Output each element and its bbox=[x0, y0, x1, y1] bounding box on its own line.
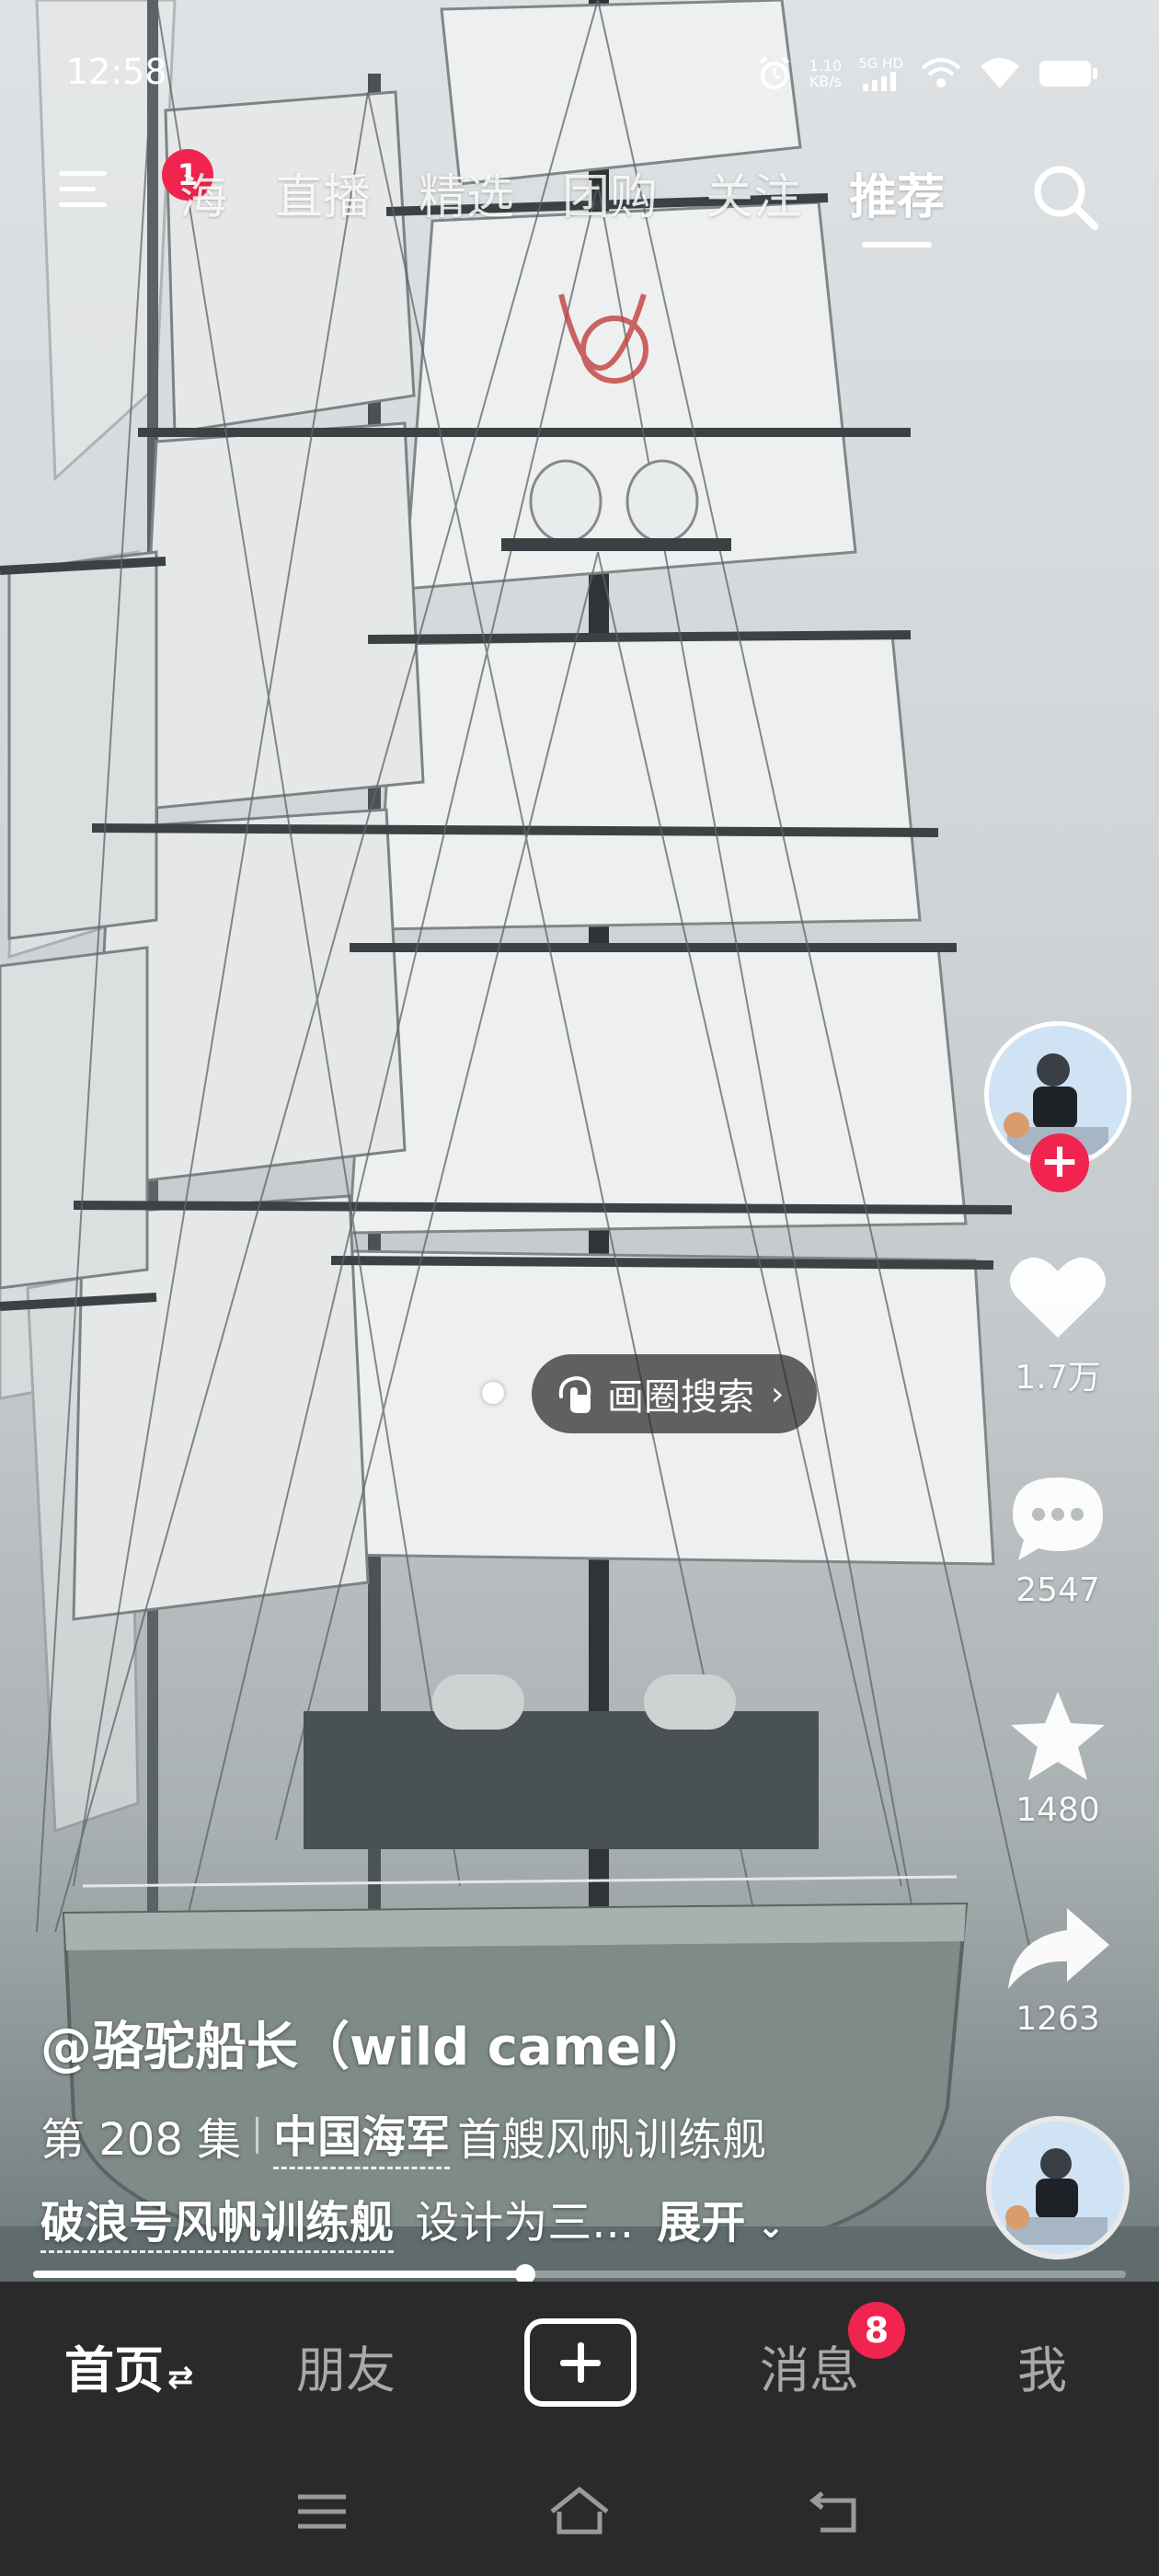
follow-button[interactable]: + bbox=[1030, 1133, 1089, 1192]
network-type: 5G HD bbox=[858, 55, 903, 72]
swap-icon: ⇄ bbox=[167, 2359, 194, 2396]
tab-live[interactable]: 直播 bbox=[275, 158, 371, 227]
search-anchor-dot bbox=[482, 1382, 504, 1404]
divider bbox=[256, 2116, 259, 2154]
speed-value: 1.10 bbox=[809, 57, 843, 75]
wifi-calling-icon bbox=[921, 58, 961, 87]
share-button[interactable]: 1263 bbox=[975, 1904, 1141, 2038]
chevron-right-icon: › bbox=[771, 1374, 785, 1413]
wifi-icon bbox=[981, 58, 1019, 88]
tab-featured[interactable]: 精选 bbox=[419, 158, 514, 227]
topic-tag-ship[interactable]: 破浪号风帆训练舰 bbox=[40, 2197, 395, 2253]
progress-fill bbox=[33, 2271, 525, 2278]
star-icon bbox=[1011, 1692, 1105, 1780]
home-icon[interactable] bbox=[543, 2484, 616, 2539]
nav-me[interactable]: 我 bbox=[1017, 2329, 1067, 2402]
feed-tabs: 海 直播 精选 团购 关注 推荐 bbox=[179, 158, 993, 247]
status-icons: 1.10 KB/s 5G HD bbox=[756, 55, 1098, 92]
nav-messages[interactable]: 消息 bbox=[760, 2329, 859, 2402]
create-button[interactable] bbox=[524, 2318, 637, 2407]
like-count: 1.7万 bbox=[1015, 1359, 1101, 1397]
battery-icon bbox=[1039, 61, 1097, 86]
network-speed: 1.10 KB/s bbox=[809, 58, 843, 89]
author-name[interactable]: @骆驼船长（wild camel） bbox=[40, 2006, 960, 2080]
caption-line-3: 破浪号风帆训练舰 设计为三... 展开 ⌄ bbox=[40, 2186, 960, 2253]
expand-button[interactable]: 展开 ⌄ bbox=[657, 2197, 785, 2248]
top-nav: 1 海 直播 精选 团购 关注 推荐 bbox=[0, 147, 1159, 248]
tab-following[interactable]: 关注 bbox=[706, 158, 801, 227]
back-icon[interactable] bbox=[800, 2484, 874, 2539]
nav-home[interactable]: 首页 ⇄ bbox=[64, 2329, 194, 2402]
speed-unit: KB/s bbox=[809, 73, 843, 90]
video-caption: @骆驼船长（wild camel） 第 208 集 中国海军 首艘风帆训练舰 破… bbox=[40, 2006, 960, 2253]
hand-circle-icon bbox=[558, 1375, 591, 1413]
share-arrow-icon bbox=[1008, 1908, 1109, 1989]
alarm-icon bbox=[759, 56, 789, 89]
menu-button[interactable]: 1 bbox=[53, 149, 213, 215]
tab-recommended[interactable]: 推荐 bbox=[849, 158, 945, 247]
system-nav bbox=[0, 2447, 1159, 2576]
heart-icon bbox=[1009, 1257, 1107, 1338]
tab-group-buy[interactable]: 团购 bbox=[562, 158, 658, 227]
circle-search-button[interactable]: 画圈搜索 › bbox=[532, 1354, 817, 1433]
favorite-count: 1480 bbox=[1016, 1791, 1100, 1829]
signal-bars-icon bbox=[862, 72, 896, 91]
status-bar: 12:58 1.10 KB/s 5G HD bbox=[0, 46, 1159, 101]
recents-menu-icon[interactable] bbox=[285, 2484, 359, 2539]
topic-tag-navy[interactable]: 中国海军 bbox=[273, 2100, 451, 2169]
share-count: 1263 bbox=[1016, 2000, 1100, 2038]
comment-button[interactable]: 2547 bbox=[975, 1472, 1141, 1609]
nav-home-label: 首页 bbox=[64, 2341, 164, 2399]
episode-label[interactable]: 第 208 集 bbox=[40, 2103, 241, 2168]
music-disc-avatar[interactable] bbox=[986, 2116, 1130, 2260]
comment-count: 2547 bbox=[1016, 1571, 1100, 1609]
search-icon[interactable] bbox=[1028, 160, 1102, 234]
tab-sea[interactable]: 海 bbox=[179, 158, 227, 227]
caption-line-2: 第 208 集 中国海军 首艘风帆训练舰 bbox=[40, 2100, 960, 2169]
expand-label: 展开 bbox=[657, 2197, 746, 2248]
comment-icon bbox=[1013, 1478, 1103, 1560]
music-avatar-image bbox=[992, 2122, 1124, 2254]
favorite-button[interactable]: 1480 bbox=[975, 1688, 1141, 1829]
caption-truncated: 设计为三... bbox=[415, 2197, 635, 2248]
messages-badge: 8 bbox=[848, 2302, 905, 2359]
status-time: 12:58 bbox=[66, 52, 167, 92]
playback-progress[interactable] bbox=[33, 2264, 1126, 2284]
nav-friends[interactable]: 朋友 bbox=[296, 2329, 396, 2402]
chevron-down-icon: ⌄ bbox=[745, 2208, 786, 2246]
cellular-signal: 5G HD bbox=[858, 56, 903, 91]
bottom-nav: 首页 ⇄ 朋友 消息 8 我 bbox=[0, 2282, 1159, 2447]
circle-search-label: 画圈搜索 bbox=[607, 1376, 754, 1419]
like-button[interactable]: 1.7万 bbox=[975, 1251, 1141, 1398]
caption-text: 首艘风帆训练舰 bbox=[457, 2113, 767, 2166]
